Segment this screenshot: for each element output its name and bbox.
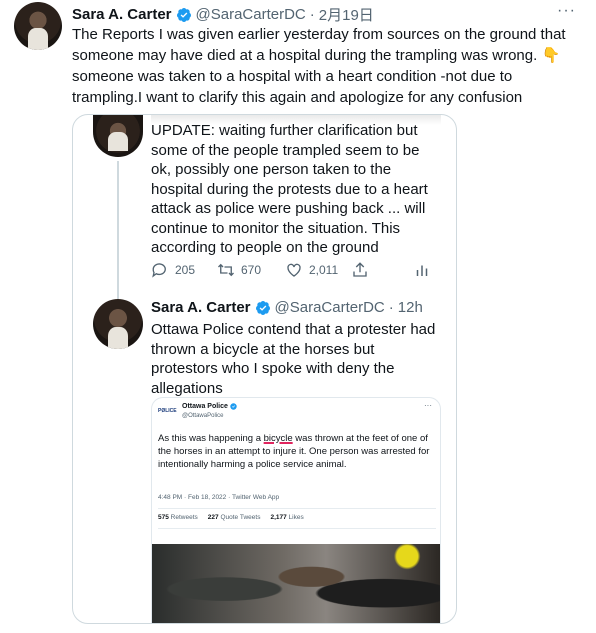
quoted-tweet-1-text: UPDATE: waiting further clarification bu…: [151, 122, 428, 256]
retweet-icon: [218, 263, 234, 277]
embedded-tweet-screenshot[interactable]: PØLICE Ottawa Police @OttawaPolice ··· A…: [151, 397, 441, 623]
embedded-likes: 2,177 Likes: [270, 514, 304, 521]
underlined-word: bicycle: [263, 433, 293, 444]
analytics-icon: [416, 265, 428, 276]
embedded-text-part1: As this was happening a: [158, 433, 264, 444]
reply-count: 205: [175, 263, 196, 277]
author-handle[interactable]: @SaraCarterDC: [275, 299, 385, 316]
author-name[interactable]: Sara A. Carter: [72, 6, 172, 23]
protest-photo[interactable]: [152, 544, 440, 623]
tweet-author-row: Sara A. Carter @SaraCarterDC · 2月19日: [72, 4, 374, 25]
tweet-text-part2: someone was taken to a hospital with a h…: [72, 68, 523, 106]
retweet-count: 670: [241, 263, 262, 277]
avatar-figure: [108, 131, 128, 151]
author-handle[interactable]: @SaraCarterDC: [196, 6, 306, 23]
quoted-avatar-1[interactable]: [93, 115, 143, 157]
embedded-more-icon: ···: [424, 401, 432, 410]
verified-badge-icon: [176, 7, 191, 22]
quoted-thread-card[interactable]: UPDATE: waiting further clarification bu…: [72, 114, 457, 624]
embedded-stats: 575 Retweets 227 Quote Tweets 2,177 Like…: [158, 514, 304, 521]
separator-dot: ·: [388, 299, 394, 316]
quoted-tweet-2-text: Ottawa Police contend that a protester h…: [151, 321, 436, 397]
divider: [158, 508, 436, 509]
retweet-button[interactable]: 670: [217, 261, 261, 279]
embedded-meta: 4:48 PM · Feb 18, 2022 · Twitter Web App: [158, 494, 280, 501]
embedded-author-name: Ottawa Police: [182, 403, 228, 410]
verified-badge-icon: [255, 300, 270, 315]
reply-button[interactable]: 205: [151, 261, 195, 279]
embedded-handle: @OttawaPolice: [182, 413, 224, 419]
like-count: 2,011: [309, 263, 339, 277]
avatar[interactable]: [14, 2, 62, 50]
avatar-figure: [28, 28, 48, 50]
share-icon: [353, 262, 367, 277]
reply-icon: [152, 263, 166, 278]
heart-icon: [287, 263, 301, 277]
verified-badge-icon: [230, 403, 237, 410]
quoted-avatar-2[interactable]: [93, 299, 143, 349]
tweet-date[interactable]: 2月19日: [319, 4, 374, 25]
analytics-button[interactable]: [413, 261, 431, 279]
tweet-text-part1: The Reports I was given earlier yesterda…: [72, 26, 566, 64]
tweet-text: The Reports I was given earlier yesterda…: [72, 24, 582, 108]
divider: [158, 528, 436, 529]
quoted-tweet-2-author-row: Sara A. Carter @SaraCarterDC · 12h: [151, 299, 423, 316]
separator-dot: ·: [309, 6, 315, 23]
tweet-actions-bar: 205 670 2,011: [151, 261, 441, 281]
share-button[interactable]: [351, 261, 369, 279]
avatar-figure: [108, 326, 128, 349]
embedded-author: Ottawa Police: [182, 403, 237, 410]
embedded-quotes: 227 Quote Tweets: [207, 514, 261, 521]
tweet-time[interactable]: 12h: [398, 299, 423, 316]
ottawa-police-logo: PØLICE: [158, 408, 177, 414]
like-button[interactable]: 2,011: [285, 261, 338, 279]
embedded-retweets: 575 Retweets: [158, 514, 198, 521]
embedded-tweet-text: As this was happening a bicycle was thro…: [158, 432, 436, 471]
thread-connector-line: [117, 161, 119, 303]
author-name[interactable]: Sara A. Carter: [151, 299, 251, 316]
more-options-icon[interactable]: ···: [557, 2, 576, 20]
pointing-down-emoji-icon: 👇: [541, 47, 561, 64]
